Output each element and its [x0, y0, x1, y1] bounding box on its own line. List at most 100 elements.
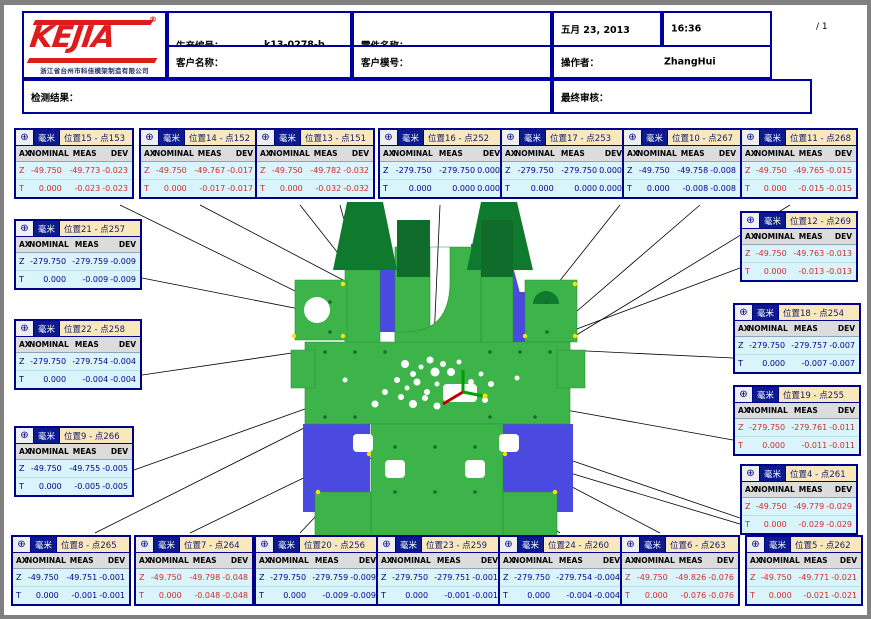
column-header-nominal: NOMINAL [270, 149, 310, 158]
measurement-table-header: ⊕ 毫米 位置7 - 点264 [136, 537, 252, 553]
cell-ax: Z [738, 423, 744, 432]
unit-label: 毫米 [760, 213, 787, 228]
cell-ax: T [259, 591, 264, 600]
position-tolerance-icon: ⊕ [136, 537, 154, 552]
model-dark-green-cones [333, 202, 533, 277]
position-tolerance-icon: ⊕ [16, 130, 34, 145]
cell-nominal: 0.000 [43, 375, 67, 384]
unit-label: 毫米 [31, 537, 58, 552]
cell-nominal: -49.750 [27, 573, 59, 582]
cell-ax: T [139, 591, 144, 600]
cell-meas: -0.048 [194, 591, 221, 600]
position-point-label: 位置17 - 点253 [546, 130, 626, 145]
measurement-table: ⊕ 毫米 位置19 - 点255 AX NOMINAL MEAS DEV Z -279.750-… [733, 385, 861, 456]
cell-meas: -49.767 [194, 166, 226, 175]
column-header-ax: AX [750, 556, 762, 565]
column-header-meas: MEAS [72, 149, 97, 158]
column-headers: AX NOMINAL MEAS DEV [502, 146, 626, 162]
measurement-table: ⊕ 毫米 位置21 - 点257 AX NOMINAL MEAS DEV Z -279.750-… [14, 219, 142, 290]
position-tolerance-icon: ⊕ [16, 221, 34, 236]
cell-dev: -0.023 [102, 166, 128, 175]
table-row: T 0.000 -0.076 -0.076 [622, 587, 738, 604]
column-header-nominal: NOMINAL [515, 149, 555, 158]
unit-label: 毫米 [159, 130, 186, 145]
cell-meas: -0.005 [74, 482, 101, 491]
cell-meas: -279.750 [561, 166, 598, 175]
cell-dev: -0.048 [222, 591, 248, 600]
cell-nominal: -49.750 [30, 464, 62, 473]
table-row: Z -49.750 -49.755 -0.005 [16, 460, 132, 478]
cell-dev: -0.001 [99, 573, 125, 582]
cell-dev: -0.048 [222, 573, 248, 582]
cell-ax: Z [19, 357, 25, 366]
measurement-table: ⊕ 毫米 位置24 - 点260 AX NOMINAL MEAS DEV Z -279.750-… [498, 535, 626, 606]
cell-dev: -0.029 [826, 520, 852, 529]
column-header-meas: MEAS [680, 149, 705, 158]
unit-label: 毫米 [274, 537, 301, 552]
cell-ax: Z [259, 573, 265, 582]
measurement-table: ⊕ 毫米 位置4 - 点261 AX NOMINAL MEAS DEV Z -49.750 -49… [740, 464, 858, 535]
column-header-nominal: NOMINAL [635, 556, 675, 565]
table-row: Z -49.750 -49.782 -0.032 [257, 162, 373, 180]
table-row: T 0.000 -0.013 -0.013 [742, 263, 856, 280]
position-tolerance-icon: ⊕ [500, 537, 518, 552]
column-header-nominal: NOMINAL [393, 149, 433, 158]
column-header-dev: DEV [235, 149, 253, 158]
table-row: T 0.000 -0.008 -0.008 [624, 180, 740, 197]
cell-ax: Z [745, 166, 751, 175]
cell-meas: -49.758 [677, 166, 709, 175]
position-point-label: 位置16 - 点252 [424, 130, 504, 145]
cell-dev: -0.013 [826, 249, 852, 258]
column-header-ax: AX [381, 556, 393, 565]
cell-ax: Z [19, 464, 25, 473]
cell-meas: -279.759 [72, 257, 109, 266]
column-headers: AX NOMINAL MEAS DEV [742, 482, 856, 498]
column-header-nominal: NOMINAL [513, 556, 553, 565]
position-tolerance-icon: ⊕ [16, 321, 34, 336]
unit-label: 毫米 [753, 305, 780, 320]
cell-ax: T [503, 591, 508, 600]
cell-dev: -0.008 [710, 184, 736, 193]
cell-nominal: 0.000 [35, 591, 59, 600]
cell-dev: -0.013 [826, 267, 852, 276]
column-header-ax: AX [144, 149, 156, 158]
column-header-nominal: NOMINAL [748, 406, 788, 415]
column-header-nominal: NOMINAL [269, 556, 309, 565]
cell-nominal: -49.750 [150, 573, 182, 582]
column-header-dev: DEV [834, 485, 852, 494]
column-header-dev: DEV [834, 149, 852, 158]
cell-nominal: 0.000 [408, 184, 432, 193]
cell-meas: -0.021 [803, 591, 830, 600]
cell-ax: Z [738, 341, 744, 350]
cell-ax: T [19, 482, 24, 491]
cell-meas: -0.017 [199, 184, 226, 193]
position-tolerance-icon: ⊕ [622, 537, 640, 552]
model-green-body [290, 246, 586, 538]
cell-nominal: -49.750 [755, 166, 787, 175]
cell-meas: -0.001 [444, 591, 471, 600]
cell-nominal: -49.750 [30, 166, 62, 175]
cell-dev: -0.017 [227, 184, 253, 193]
unit-label: 毫米 [396, 537, 423, 552]
measurement-table: ⊕ 毫米 位置18 - 点254 AX NOMINAL MEAS DEV Z -279.750-… [733, 303, 861, 374]
measurement-table-header: ⊕ 毫米 位置11 - 点268 [742, 130, 856, 146]
column-header-meas: MEAS [197, 149, 222, 158]
column-header-ax: AX [738, 406, 750, 415]
position-point-label: 位置12 - 点269 [786, 213, 856, 228]
position-point-label: 位置22 - 点258 [60, 321, 140, 336]
cell-ax: T [16, 591, 21, 600]
cell-dev: -0.076 [708, 573, 734, 582]
table-row: Z -279.750 -279.751 -0.001 [378, 569, 502, 587]
table-row: Z -49.750 -49.779 -0.029 [742, 498, 856, 516]
position-tolerance-icon: ⊕ [16, 428, 34, 443]
table-row: Z -49.750 -49.773 -0.023 [16, 162, 132, 180]
column-header-meas: MEAS [436, 556, 461, 565]
cell-nominal: 0.000 [762, 441, 786, 450]
cell-ax: Z [625, 573, 631, 582]
column-header-nominal: NOMINAL [149, 556, 189, 565]
cell-meas: -0.011 [801, 441, 828, 450]
cell-dev: -0.009 [110, 275, 136, 284]
measurement-table: ⊕ 毫米 位置5 - 点262 AX NOMINAL MEAS DEV Z -49.750 -49… [745, 535, 863, 606]
cell-nominal: 0.000 [283, 591, 307, 600]
position-tolerance-icon: ⊕ [380, 130, 398, 145]
